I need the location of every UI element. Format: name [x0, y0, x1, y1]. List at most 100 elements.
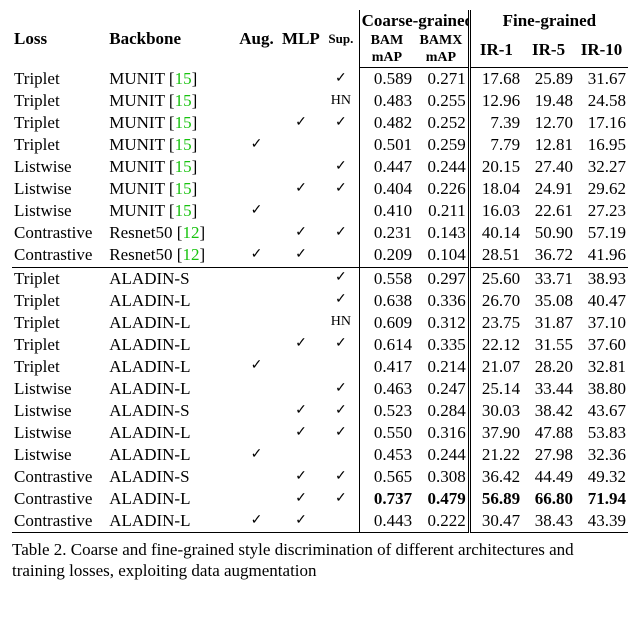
cell-aug: ✓ — [234, 200, 278, 222]
cell-mlp — [279, 290, 323, 312]
cell-sup — [323, 510, 359, 533]
cell-ir5: 66.80 — [522, 488, 575, 510]
table-row: ContrastiveResnet50 [12]✓✓0.2090.10428.5… — [12, 244, 628, 267]
cell-bamx: 0.104 — [414, 244, 469, 267]
table-row: ListwiseMUNIT [15]✓0.4100.21116.0322.612… — [12, 200, 628, 222]
cell-ir1: 40.14 — [469, 222, 522, 244]
col-ir10: IR-10 — [575, 32, 628, 68]
cell-ir5: 31.55 — [522, 334, 575, 356]
cell-backbone: ALADIN-L — [107, 422, 234, 444]
cell-mlp — [279, 68, 323, 91]
cell-sup: ✓ — [323, 267, 359, 290]
col-ir1: IR-1 — [469, 32, 522, 68]
cell-loss: Contrastive — [12, 488, 107, 510]
cell-ir5: 33.44 — [522, 378, 575, 400]
cell-mlp: ✓ — [279, 112, 323, 134]
cell-ir1: 22.12 — [469, 334, 522, 356]
cell-ir10: 32.27 — [575, 156, 628, 178]
cell-ir10: 40.47 — [575, 290, 628, 312]
cell-bam: 0.614 — [359, 334, 414, 356]
cell-sup — [323, 244, 359, 267]
cell-bam: 0.638 — [359, 290, 414, 312]
cell-aug — [234, 400, 278, 422]
cell-ir5: 44.49 — [522, 466, 575, 488]
cell-bam: 0.483 — [359, 90, 414, 112]
col-backbone: Backbone — [107, 10, 234, 68]
cell-sup: ✓ — [323, 112, 359, 134]
col-mlp: MLP — [279, 10, 323, 68]
cell-mlp: ✓ — [279, 422, 323, 444]
cell-ir1: 18.04 — [469, 178, 522, 200]
cell-ir5: 38.42 — [522, 400, 575, 422]
cell-bam: 0.209 — [359, 244, 414, 267]
cell-bam: 0.447 — [359, 156, 414, 178]
cell-loss: Listwise — [12, 156, 107, 178]
cell-bamx: 0.335 — [414, 334, 469, 356]
table-row: ContrastiveResnet50 [12]✓✓0.2310.14340.1… — [12, 222, 628, 244]
cell-bam: 0.523 — [359, 400, 414, 422]
cell-mlp: ✓ — [279, 510, 323, 533]
cell-ir5: 31.87 — [522, 312, 575, 334]
cell-sup — [323, 444, 359, 466]
cell-ir5: 27.40 — [522, 156, 575, 178]
cell-backbone: ALADIN-L — [107, 312, 234, 334]
cell-sup — [323, 356, 359, 378]
cell-ir5: 22.61 — [522, 200, 575, 222]
cite-link[interactable]: 12 — [182, 245, 199, 264]
cell-sup: ✓ — [323, 222, 359, 244]
cell-mlp: ✓ — [279, 222, 323, 244]
cell-mlp — [279, 267, 323, 290]
cell-ir5: 36.72 — [522, 244, 575, 267]
cite-link[interactable]: 15 — [175, 113, 192, 132]
cell-sup: HN — [323, 90, 359, 112]
cell-aug: ✓ — [234, 510, 278, 533]
cell-sup: ✓ — [323, 466, 359, 488]
cell-ir1: 25.60 — [469, 267, 522, 290]
cell-ir5: 28.20 — [522, 356, 575, 378]
cell-loss: Triplet — [12, 290, 107, 312]
cell-mlp — [279, 200, 323, 222]
cell-sup: ✓ — [323, 156, 359, 178]
cell-backbone: ALADIN-S — [107, 267, 234, 290]
cell-loss: Triplet — [12, 267, 107, 290]
cell-ir1: 25.14 — [469, 378, 522, 400]
table-row: ListwiseALADIN-S✓✓0.5230.28430.0338.4243… — [12, 400, 628, 422]
table-body: TripletMUNIT [15]✓0.5890.27117.6825.8931… — [12, 68, 628, 533]
cell-aug — [234, 178, 278, 200]
table-row: TripletMUNIT [15]✓✓0.4820.2527.3912.7017… — [12, 112, 628, 134]
col-ir5: IR-5 — [522, 32, 575, 68]
cell-aug — [234, 290, 278, 312]
cell-ir10: 41.96 — [575, 244, 628, 267]
table-figure: Loss Backbone Aug. MLP Sup. Coarse-grain… — [0, 0, 640, 594]
cell-aug — [234, 112, 278, 134]
cell-ir10: 29.62 — [575, 178, 628, 200]
cite-link[interactable]: 15 — [175, 69, 192, 88]
cite-link[interactable]: 15 — [175, 179, 192, 198]
cite-link[interactable]: 15 — [175, 135, 192, 154]
colgroup-fine: Fine-grained — [469, 10, 628, 32]
cell-backbone: MUNIT [15] — [107, 112, 234, 134]
cell-ir1: 28.51 — [469, 244, 522, 267]
cite-link[interactable]: 15 — [175, 91, 192, 110]
table-row: TripletALADIN-L✓0.4170.21421.0728.2032.8… — [12, 356, 628, 378]
cell-mlp: ✓ — [279, 178, 323, 200]
col-bam: BAMmAP — [359, 32, 414, 68]
cell-sup: HN — [323, 312, 359, 334]
cite-link[interactable]: 15 — [175, 157, 192, 176]
cell-bam: 0.417 — [359, 356, 414, 378]
cite-link[interactable]: 15 — [175, 201, 192, 220]
cell-ir5: 50.90 — [522, 222, 575, 244]
cell-ir10: 71.94 — [575, 488, 628, 510]
cell-bam: 0.410 — [359, 200, 414, 222]
table-row: TripletMUNIT [15]HN0.4830.25512.9619.482… — [12, 90, 628, 112]
cell-loss: Triplet — [12, 312, 107, 334]
results-table: Loss Backbone Aug. MLP Sup. Coarse-grain… — [12, 10, 628, 533]
cell-backbone: Resnet50 [12] — [107, 222, 234, 244]
cell-bamx: 0.336 — [414, 290, 469, 312]
cell-ir1: 16.03 — [469, 200, 522, 222]
cell-bamx: 0.252 — [414, 112, 469, 134]
cell-ir10: 32.81 — [575, 356, 628, 378]
cell-bamx: 0.284 — [414, 400, 469, 422]
cite-link[interactable]: 12 — [182, 223, 199, 242]
cell-ir10: 37.10 — [575, 312, 628, 334]
